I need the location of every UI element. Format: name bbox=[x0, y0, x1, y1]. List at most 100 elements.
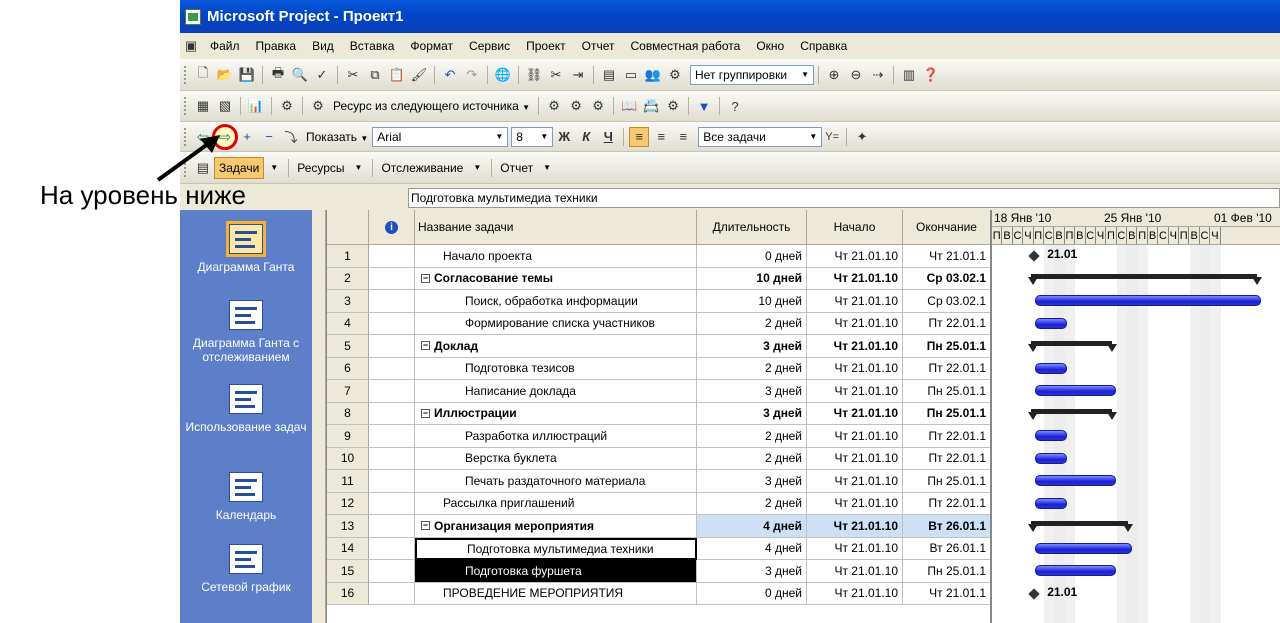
collapse-icon[interactable]: − bbox=[421, 273, 430, 283]
name-cell[interactable]: Подготовка мультимедиа техники bbox=[415, 537, 697, 560]
finish-cell[interactable]: Пн 25.01.1 bbox=[903, 335, 991, 358]
finish-column-header[interactable]: Окончание bbox=[903, 210, 991, 245]
name-cell[interactable]: Начало проекта bbox=[415, 245, 697, 268]
copy-picture-icon[interactable]: ▥ bbox=[899, 65, 919, 85]
summary-bar[interactable] bbox=[1031, 341, 1112, 346]
finish-cell[interactable]: Пн 25.01.1 bbox=[903, 470, 991, 493]
finish-cell[interactable]: Ср 03.02.1 bbox=[903, 267, 991, 290]
info-cell[interactable] bbox=[369, 335, 415, 358]
copy-icon[interactable]: ⧉ bbox=[365, 65, 385, 85]
id-cell[interactable]: 7 bbox=[327, 380, 369, 403]
start-cell[interactable]: Чт 21.01.10 bbox=[807, 447, 903, 470]
finish-cell[interactable]: Пн 25.01.1 bbox=[903, 380, 991, 403]
task-bar[interactable] bbox=[1035, 430, 1068, 441]
duration-cell[interactable]: 2 дней bbox=[697, 492, 807, 515]
task-notes-icon[interactable]: ▭ bbox=[621, 65, 641, 85]
task-bar[interactable] bbox=[1035, 295, 1261, 306]
collapse-icon[interactable]: − bbox=[421, 408, 430, 418]
menu-item-3[interactable]: Вставка bbox=[342, 39, 403, 53]
name-cell[interactable]: Формирование списка участников bbox=[415, 312, 697, 335]
finish-cell[interactable]: Пт 22.01.1 bbox=[903, 425, 991, 448]
duration-cell[interactable]: 10 дней bbox=[697, 267, 807, 290]
zoom-out-icon[interactable]: ⊖ bbox=[846, 65, 866, 85]
align-left-icon[interactable]: ≡ bbox=[629, 126, 650, 147]
start-cell[interactable]: Чт 21.01.10 bbox=[807, 267, 903, 290]
start-cell[interactable]: Чт 21.01.10 bbox=[807, 335, 903, 358]
name-cell[interactable]: Написание доклада bbox=[415, 380, 697, 403]
start-column-header[interactable]: Начало bbox=[807, 210, 903, 245]
table-row[interactable]: 9 Разработка иллюстраций 2 дней Чт 21.01.10… bbox=[327, 425, 991, 448]
task-bar[interactable] bbox=[1035, 542, 1132, 554]
duration-cell[interactable]: 2 дней bbox=[697, 312, 807, 335]
bold-button[interactable]: Ж bbox=[554, 127, 574, 147]
show-subtasks-icon[interactable]: + bbox=[237, 127, 257, 147]
task-bar[interactable] bbox=[1035, 385, 1116, 396]
duration-cell[interactable]: 0 дней bbox=[697, 582, 807, 605]
table-row[interactable]: 14 Подготовка мультимедиа техники 4 дней Чт… bbox=[327, 537, 991, 560]
table-row[interactable]: 10 Верстка буклета 2 дней Чт 21.01.10 Пт 22.… bbox=[327, 447, 991, 470]
start-cell[interactable]: Чт 21.01.10 bbox=[807, 582, 903, 605]
finish-cell[interactable]: Пт 22.01.1 bbox=[903, 312, 991, 335]
assign-resources-icon[interactable]: 👥 bbox=[643, 65, 663, 85]
hide-subtasks-icon[interactable]: − bbox=[259, 127, 279, 147]
table-row[interactable]: 6 Подготовка тезисов 2 дней Чт 21.01.10 Пт 2… bbox=[327, 357, 991, 380]
id-cell[interactable]: 4 bbox=[327, 312, 369, 335]
gantt-wizard-icon[interactable]: ✦ bbox=[852, 127, 872, 147]
name-cell[interactable]: Разработка иллюстраций bbox=[415, 425, 697, 448]
show-menu-button[interactable]: Показать ▼ bbox=[302, 130, 372, 144]
finish-cell[interactable]: Пт 22.01.1 bbox=[903, 447, 991, 470]
milestone-marker[interactable] bbox=[1028, 250, 1040, 262]
save-icon[interactable]: 💾 bbox=[237, 65, 257, 85]
duration-cell[interactable]: 3 дней bbox=[697, 335, 807, 358]
start-cell[interactable]: Чт 21.01.10 bbox=[807, 245, 903, 268]
menu-item-6[interactable]: Проект bbox=[518, 39, 574, 53]
resource-details-icon[interactable]: ⚙ bbox=[663, 96, 683, 116]
view-button-2[interactable]: Использование задач bbox=[180, 384, 312, 434]
view-button-1[interactable]: Диаграмма Ганта с отслеживанием bbox=[180, 300, 312, 364]
name-cell[interactable]: − Иллюстрации bbox=[415, 402, 697, 425]
view-button-4[interactable]: Сетевой график bbox=[180, 544, 312, 594]
collapse-icon[interactable]: − bbox=[421, 341, 430, 351]
info-cell[interactable] bbox=[369, 470, 415, 493]
resource-graph-icon[interactable]: 📊 bbox=[246, 96, 266, 116]
duration-cell[interactable]: 3 дней bbox=[697, 380, 807, 403]
scroll-to-task-icon[interactable]: ⇢ bbox=[868, 65, 888, 85]
summary-bar[interactable] bbox=[1031, 408, 1112, 414]
address-book-icon[interactable]: 📇 bbox=[641, 96, 661, 116]
resource-icon-a[interactable]: ⚙ bbox=[544, 96, 564, 116]
id-column-header[interactable] bbox=[327, 210, 369, 245]
zoom-in-icon[interactable]: ⊕ bbox=[824, 65, 844, 85]
menu-item-10[interactable]: Справка bbox=[792, 39, 855, 53]
info-column-header[interactable]: i bbox=[369, 210, 415, 245]
task-bar[interactable] bbox=[1035, 497, 1068, 509]
task-bar[interactable] bbox=[1035, 475, 1116, 486]
dropdown-arrow-icon[interactable]: ▼ bbox=[473, 163, 481, 172]
view-button-0[interactable]: Диаграмма Ганта bbox=[180, 221, 312, 274]
collapse-icon[interactable]: − bbox=[421, 521, 430, 531]
id-cell[interactable]: 6 bbox=[327, 357, 369, 380]
underline-button[interactable]: Ч bbox=[598, 127, 618, 147]
info-cell[interactable] bbox=[369, 380, 415, 403]
duration-cell[interactable]: 10 дней bbox=[697, 290, 807, 313]
menu-item-0[interactable]: Файл bbox=[202, 39, 248, 53]
filter-icon[interactable]: ▼ bbox=[694, 96, 714, 116]
name-cell[interactable]: Печать раздаточного материала bbox=[415, 470, 697, 493]
id-cell[interactable]: 1 bbox=[327, 245, 369, 268]
new-file-icon[interactable]: 🗋 bbox=[193, 65, 213, 85]
spelling-icon[interactable]: ✓ bbox=[312, 65, 332, 85]
filter-select[interactable]: Все задачи ▼ bbox=[698, 126, 823, 147]
name-cell[interactable]: Поиск, обработка информации bbox=[415, 290, 697, 313]
tracking-guide-button[interactable]: Отслеживание bbox=[377, 161, 467, 175]
shared-resources-icon[interactable]: ⚙ bbox=[308, 96, 328, 116]
milestone-marker[interactable] bbox=[1028, 587, 1040, 600]
menu-item-5[interactable]: Сервис bbox=[461, 39, 518, 53]
info-cell[interactable] bbox=[369, 582, 415, 605]
resource-usage-icon[interactable]: ▧ bbox=[215, 96, 235, 116]
table-row[interactable]: 5− Доклад 3 дней Чт 21.01.10 Пн 25.01.1 bbox=[327, 335, 991, 358]
start-cell[interactable]: Чт 21.01.10 bbox=[807, 402, 903, 425]
duration-cell[interactable]: 2 дней bbox=[697, 357, 807, 380]
resource-icon-b[interactable]: ⚙ bbox=[566, 96, 586, 116]
resource-info-icon[interactable]: ? bbox=[725, 96, 745, 116]
info-cell[interactable] bbox=[369, 537, 415, 560]
table-row[interactable]: 1 Начало проекта 0 дней Чт 21.01.10 Чт 21.01… bbox=[327, 245, 991, 268]
